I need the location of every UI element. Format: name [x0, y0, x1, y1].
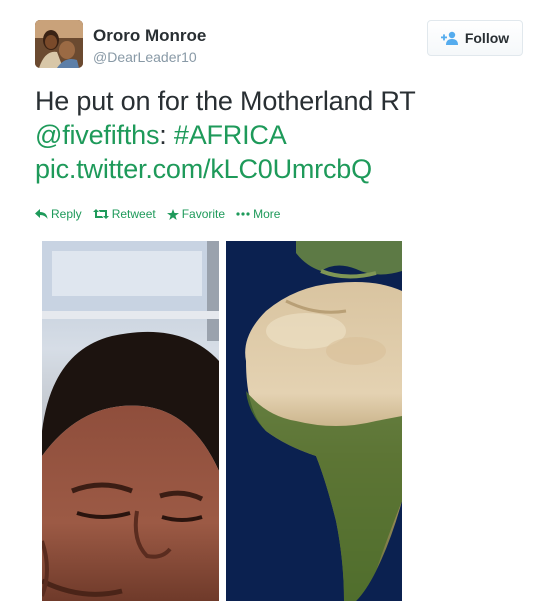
add-user-icon [440, 31, 458, 45]
avatar[interactable] [35, 20, 83, 68]
pic-link[interactable]: pic.twitter.com/kLC0UmrcbQ [35, 154, 372, 184]
author-handle[interactable]: @DearLeader10 [93, 49, 197, 65]
star-icon [166, 208, 179, 220]
follow-button-label: Follow [464, 30, 510, 46]
retweet-action[interactable]: Retweet [92, 207, 156, 221]
tweet-plain-text: He put on for the Motherland RT [35, 86, 416, 116]
author-display-name[interactable]: Ororo Monroe [93, 26, 206, 46]
mention-separator: : [159, 120, 167, 150]
tweet-text: He put on for the Motherland RT @fivefif… [35, 84, 535, 186]
retweet-icon [92, 209, 109, 219]
reply-label: Reply [51, 207, 82, 221]
reply-icon [35, 209, 48, 219]
favorite-label: Favorite [181, 207, 226, 221]
africa-satellite-map[interactable] [226, 241, 402, 601]
more-action[interactable]: More [236, 207, 280, 221]
more-dots-icon [236, 212, 250, 216]
tweet-actions: Reply Retweet Favorite More [35, 207, 291, 221]
retweet-label: Retweet [111, 207, 156, 221]
avatar-photo [35, 20, 83, 68]
africa-map-image [226, 241, 402, 601]
mention-link[interactable]: @fivefifths [35, 120, 159, 150]
favorite-action[interactable]: Favorite [166, 207, 226, 221]
face-closeup-photo[interactable] [42, 241, 219, 601]
follow-button[interactable]: Follow [427, 20, 523, 56]
face-closeup-image [42, 241, 219, 601]
more-label: More [253, 207, 281, 221]
hashtag-link[interactable]: #AFRICA [174, 120, 287, 150]
reply-action[interactable]: Reply [35, 207, 82, 221]
